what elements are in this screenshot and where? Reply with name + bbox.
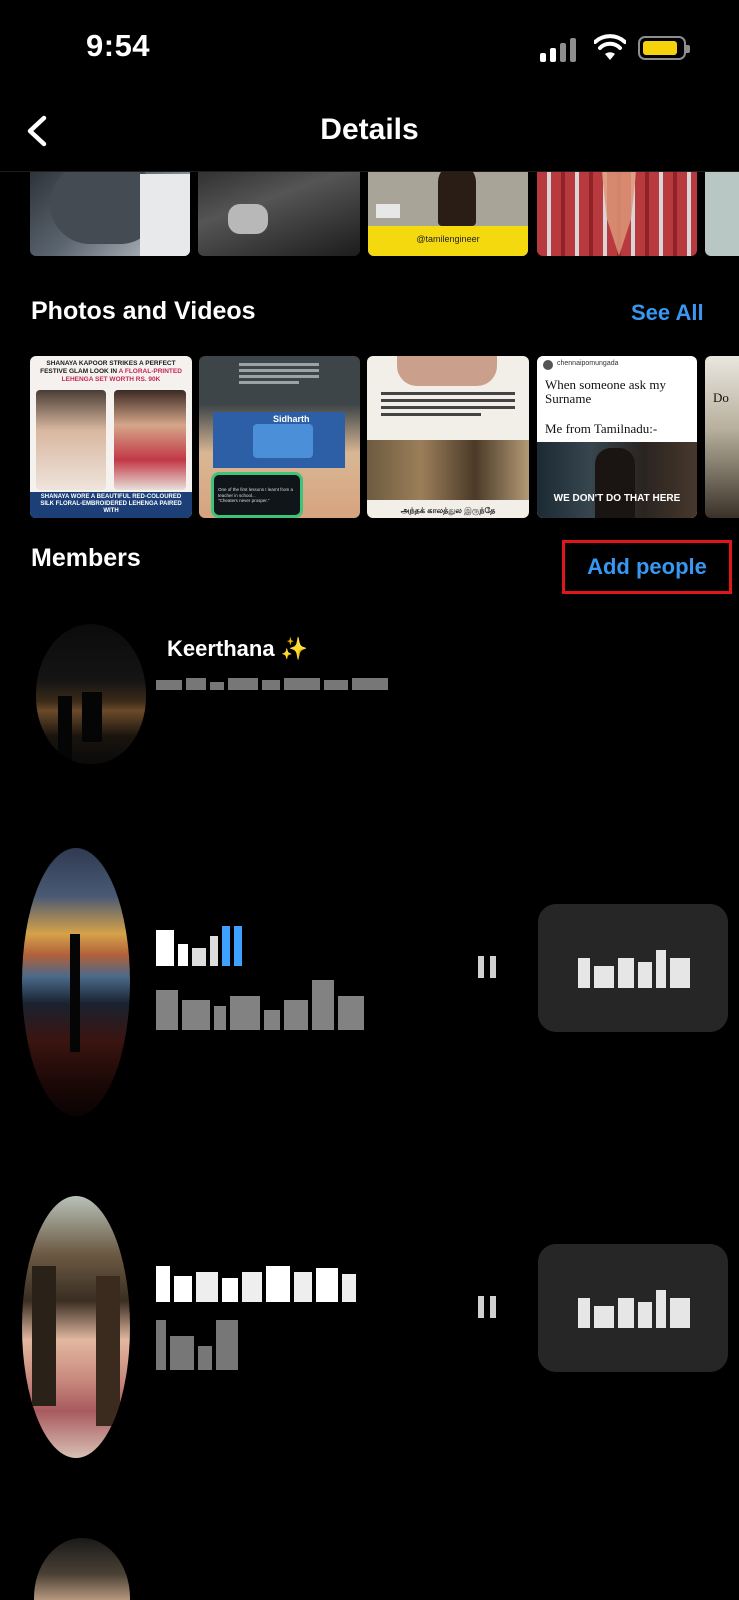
- media-thumbnail[interactable]: Sidharth One of the first lessons I lear…: [199, 356, 360, 518]
- meme-line-1: When someone ask my Surname: [545, 377, 666, 406]
- photos-videos-heading: Photos and Videos: [31, 297, 256, 325]
- status-time: 9:54: [86, 28, 151, 63]
- avatar: [36, 624, 146, 764]
- member-username-blurred: [156, 672, 392, 690]
- media-thumbnail[interactable]: SHANAYA KAPOOR STRIKES A PERFECT FESTIVE…: [30, 356, 192, 518]
- media-fragment-text: Do: [713, 390, 729, 405]
- more-options-icon[interactable]: [478, 956, 496, 978]
- media-footer-text: SHANAYA WORE A BEAUTIFUL RED-COLOURED SI…: [30, 492, 192, 518]
- add-people-label: Add people: [587, 554, 707, 579]
- add-people-button[interactable]: Add people: [562, 540, 732, 594]
- member-name-blurred: [156, 926, 246, 966]
- member-action-button[interactable]: [538, 1244, 728, 1372]
- wifi-icon: [594, 34, 626, 60]
- shared-links-strip: @tamilengineer: [0, 172, 739, 264]
- media-thumbnail[interactable]: அந்தக் காலத்துல இருந்தே: [367, 356, 529, 518]
- media-handle: chennaipomungada: [557, 360, 619, 367]
- avatar: [34, 1538, 130, 1600]
- avatar: [22, 1196, 130, 1458]
- thumbnail[interactable]: [198, 172, 360, 256]
- page-title: Details: [320, 113, 419, 146]
- thumbnail[interactable]: [705, 172, 739, 256]
- member-name-blurred: [156, 1266, 360, 1306]
- member-row[interactable]: [0, 840, 739, 1120]
- battery-icon: [638, 36, 690, 60]
- member-name: Keerthana ✨: [167, 636, 309, 661]
- media-name-label: Sidharth: [273, 414, 310, 424]
- meme-caption: WE DON'T DO THAT HERE: [553, 493, 681, 504]
- media-tamil-caption: அந்தக் காலத்துல இருந்தே: [400, 506, 496, 515]
- thumbnail-caption: @tamilengineer: [416, 234, 480, 244]
- more-options-icon[interactable]: [478, 1296, 496, 1318]
- photos-videos-row: SHANAYA KAPOOR STRIKES A PERFECT FESTIVE…: [0, 356, 739, 518]
- action-label-blurred: [578, 950, 694, 988]
- cellular-signal-icon: [540, 38, 578, 62]
- member-action-button[interactable]: [538, 904, 728, 1032]
- action-label-blurred: [578, 1290, 694, 1328]
- status-bar: 9:54: [0, 0, 739, 96]
- thumbnail[interactable]: [537, 172, 697, 256]
- tweet-text: One of the first lessons I learnt from a…: [218, 487, 294, 498]
- media-thumbnail[interactable]: chennaipomungada When someone ask my Sur…: [537, 356, 697, 518]
- members-heading: Members: [31, 544, 141, 572]
- thumbnail[interactable]: @tamilengineer: [368, 172, 528, 256]
- thumbnail[interactable]: [30, 172, 190, 256]
- media-thumbnail[interactable]: Do: [705, 356, 739, 518]
- member-row[interactable]: Keerthana ✨: [0, 610, 739, 780]
- see-all-link[interactable]: See All: [631, 300, 704, 326]
- avatar: [22, 848, 130, 1116]
- member-row[interactable]: [0, 1532, 739, 1600]
- battery-level: [643, 41, 677, 55]
- member-username-blurred: [156, 980, 368, 1034]
- tweet-quote: "Cheaters never prosper.": [218, 498, 270, 503]
- member-row[interactable]: [0, 1180, 739, 1480]
- member-username-blurred: [156, 1320, 242, 1374]
- meme-line-2: Me from Tamilnadu:-: [545, 421, 658, 436]
- navigation-header: Details: [0, 96, 739, 172]
